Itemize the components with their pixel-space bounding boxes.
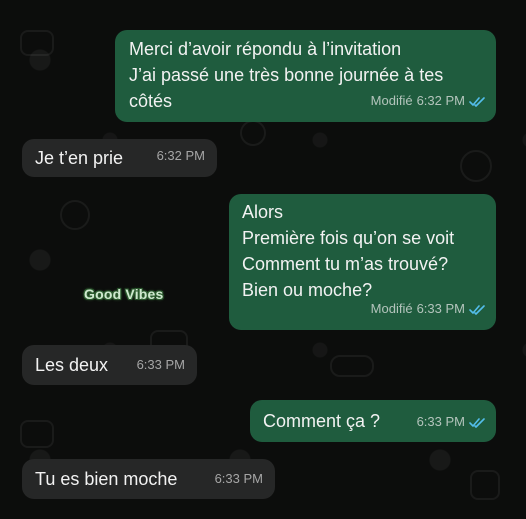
message-meta: Modifié 6:32 PM: [371, 88, 486, 114]
message-text: Je t’en prie: [35, 148, 124, 168]
message-meta: 6:32 PM: [157, 143, 205, 169]
message-text: Alors Première fois qu’on se voit Commen…: [242, 202, 455, 300]
message-bubble-incoming[interactable]: Tu es bien moche 6:33 PM: [22, 459, 275, 499]
message-time: 6:33 PM: [214, 471, 263, 486]
background-doodle: [60, 200, 90, 230]
edited-label: Modifié: [370, 93, 413, 108]
read-ticks-icon: [469, 417, 485, 428]
message-time: 6:32 PM: [416, 93, 465, 108]
background-doodle: [460, 150, 492, 182]
message-meta: Modifié 6:33 PM: [371, 296, 486, 322]
message-meta: 6:33 PM: [417, 409, 486, 435]
background-doodle: [470, 470, 500, 500]
read-ticks-icon: [469, 96, 485, 107]
message-meta: 6:33 PM: [215, 466, 263, 492]
message-time: 6:33 PM: [136, 357, 185, 372]
message-bubble-incoming[interactable]: Les deux 6:33 PM: [22, 345, 197, 385]
chat-background: Merci d’avoir répondu à l’invitation J’a…: [0, 0, 526, 519]
background-doodle: [240, 120, 266, 146]
background-doodle: [20, 30, 54, 56]
message-bubble-incoming[interactable]: Je t’en prie 6:32 PM: [22, 139, 217, 177]
message-time: 6:32 PM: [156, 148, 205, 163]
message-text: Les deux: [35, 355, 109, 375]
message-bubble-outgoing[interactable]: Alors Première fois qu’on se voit Commen…: [229, 194, 496, 330]
message-bubble-outgoing[interactable]: Comment ça ? 6:33 PM: [250, 400, 496, 442]
message-bubble-outgoing[interactable]: Merci d’avoir répondu à l’invitation J’a…: [115, 30, 496, 122]
read-ticks-icon: [469, 304, 485, 315]
message-time: 6:33 PM: [416, 301, 465, 316]
message-text: Tu es bien moche: [35, 469, 178, 489]
background-doodle: [330, 355, 374, 377]
edited-label: Modifié: [370, 301, 413, 316]
good-vibes-sticker: Good Vibes: [84, 286, 164, 302]
message-meta: 6:33 PM: [137, 352, 185, 378]
message-time: 6:33 PM: [416, 414, 465, 429]
message-text: Comment ça ?: [263, 411, 381, 431]
background-doodle: [20, 420, 54, 448]
